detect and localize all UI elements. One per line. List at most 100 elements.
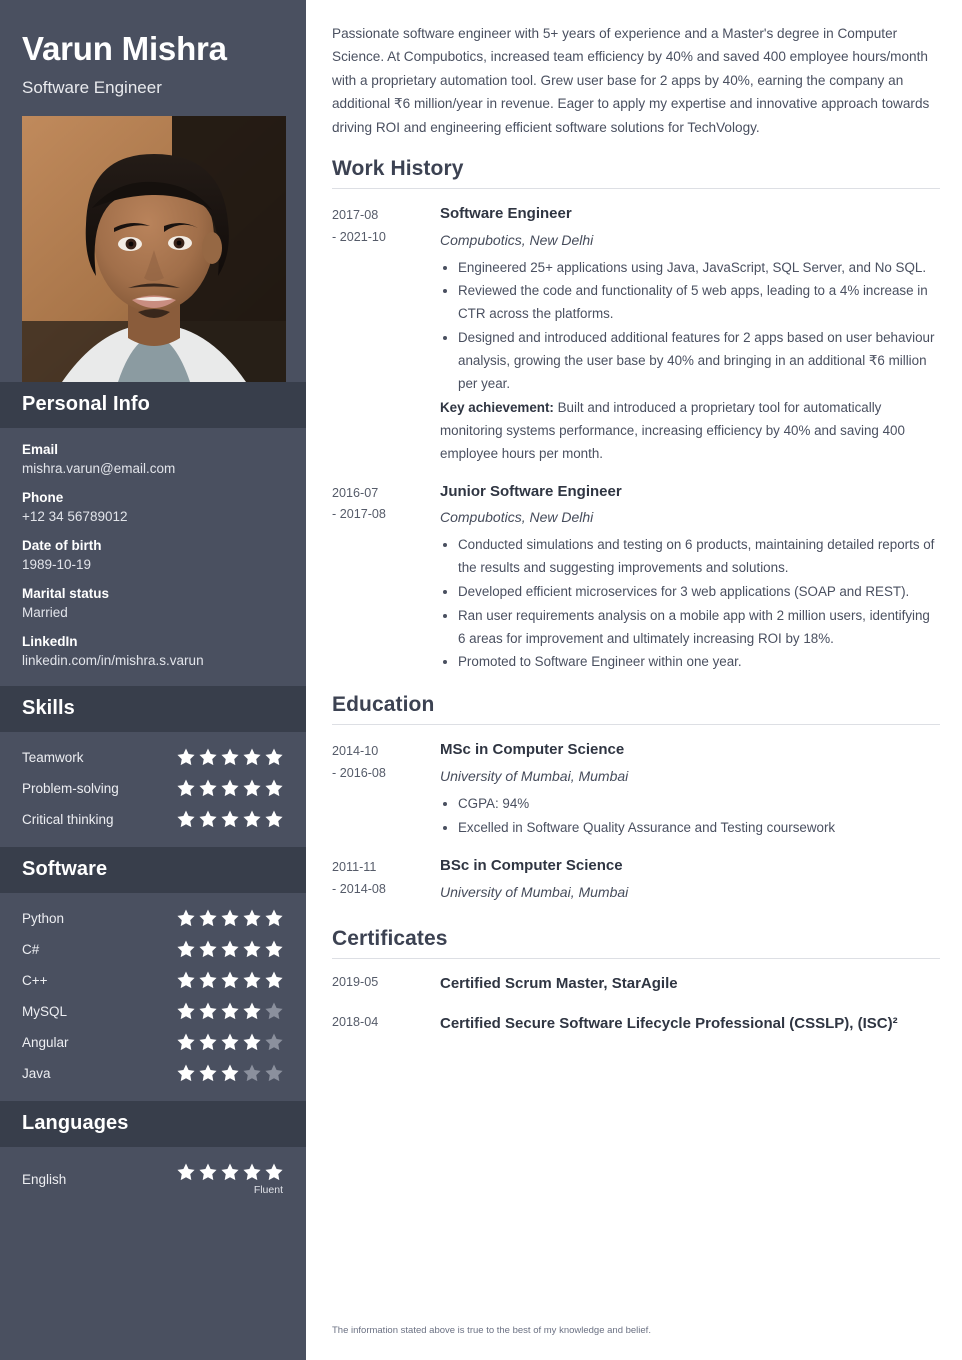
star-icon [265,1033,283,1051]
rating-row: English Fluent [22,1157,284,1202]
entry-date-end: - 2017-08 [332,507,386,522]
certificate-name: Certified Scrum Master, StarAgile [440,975,678,993]
rating-label: C++ [22,972,48,988]
rating-row: Python [22,903,284,934]
certificate-entries: 2019-05 Certified Scrum Master, StarAgile… [332,973,940,1035]
rating-value [176,809,284,829]
star-icon [221,940,239,958]
star-rating [176,1063,284,1083]
star-icon [243,779,261,797]
rating-row: C# [22,934,284,965]
info-label: Date of birth [22,538,102,554]
rating-label: MySQL [22,1003,68,1019]
star-icon [243,940,261,958]
entry-organization: University of Mumbai, Mumbai [440,884,629,901]
section-title-education: Education [332,693,940,726]
star-icon [265,909,283,927]
page-title: Varun Mishra [22,30,227,67]
certificate-date: 2018-04 [332,1015,379,1030]
star-rating [176,970,284,990]
certificate-name: Certified Secure Software Lifecycle Prof… [440,1015,898,1033]
entry-body: Software Engineer Compubotics, New Delhi E… [440,203,940,466]
entry-date-start: 2011-11 [332,860,377,875]
star-icon [265,1163,283,1181]
star-icon [221,1002,239,1020]
entry-date-range: 2017-08 - 2021-10 [332,203,440,466]
info-value[interactable]: mishra.varun@email.com [22,461,284,476]
section-title-certificates: Certificates [332,927,940,960]
certificate-date: 2019-05 [332,975,379,990]
star-icon [221,971,239,989]
rating-row: Java [22,1058,284,1089]
rating-value: Fluent [176,1162,284,1196]
entry-body: BSc in Computer Science University of Mum… [440,855,940,909]
star-icon [199,748,217,766]
fluency-label: Fluent [253,1184,283,1197]
entry-date-start: 2017-08 [332,207,379,222]
rating-value [176,908,284,928]
list-item: Email mishra.varun@email.com [22,442,284,476]
info-value[interactable]: +12 34 56789012 [22,509,284,524]
star-icon [221,909,239,927]
entry-date-end: - 2016-08 [332,765,386,780]
sidebar-header: Varun Mishra Software Engineer [0,0,306,383]
star-icon [199,1033,217,1051]
key-achievement: Key achievement: Built and introduced a … [440,400,905,461]
certificate-entry: 2018-04 Certified Secure Software Lifecyc… [332,1013,940,1035]
info-label: LinkedIn [22,634,78,650]
section-education: Education 2014-10 - 2016-08 MSc in Compute… [332,693,940,909]
star-icon [199,1064,217,1082]
job-title: Software Engineer [22,78,162,98]
star-icon [243,1163,261,1181]
star-icon [265,1064,283,1082]
info-value: 1989-10-19 [22,557,92,573]
star-icon [265,1002,283,1020]
main-content: Passionate software engineer with 5+ yea… [306,0,962,1360]
bullet-list: Conducted simulations and testing on 6 p… [440,534,940,674]
certificate-entry: 2019-05 Certified Scrum Master, StarAgile [332,973,940,995]
star-icon [243,1033,261,1051]
star-icon [199,1163,217,1181]
star-icon [243,748,261,766]
star-icon [177,779,195,797]
section-certificates: Certificates 2019-05 Certified Scrum Mast… [332,927,940,1035]
rating-label: Python [22,910,65,926]
education-entries: 2014-10 - 2016-08 MSc in Computer Science U… [332,739,940,909]
work-history-entries: 2017-08 - 2021-10 Software Engineer Compubo… [332,203,940,675]
entry-date-start: 2014-10 [332,744,379,759]
bullet-item: Excelled in Software Quality Assurance a… [440,817,940,840]
rating-row: C++ [22,965,284,996]
star-icon [221,748,239,766]
key-achievement-label: Key achievement: [440,400,554,416]
bullet-item: Conducted simulations and testing on 6 p… [440,534,940,580]
entry-role: Junior Software Engineer [440,482,622,500]
star-icon [199,971,217,989]
sidebar-section-body-skills: Teamwork Problem-solving Critical thinking [0,732,306,848]
rating-value [176,939,284,959]
star-icon [177,1064,195,1082]
star-icon [177,1163,195,1181]
list-item: Phone +12 34 56789012 [22,490,284,524]
info-value[interactable]: linkedin.com/in/mishra.s.varun [22,653,284,668]
list-item: LinkedIn linkedin.com/in/mishra.s.varun [22,634,284,668]
disclaimer-text: The information stated above is true to … [332,1325,651,1336]
rating-row: Angular [22,1027,284,1058]
rating-row: Problem-solving [22,773,284,804]
rating-value [176,1001,284,1021]
timeline-entry: 2014-10 - 2016-08 MSc in Computer Science U… [332,739,940,840]
star-icon [199,810,217,828]
entry-organization: University of Mumbai, Mumbai [440,767,629,784]
bullet-item: Promoted to Software Engineer within one… [440,651,940,674]
star-icon [199,779,217,797]
star-icon [265,940,283,958]
sidebar: Varun Mishra Software Engineer Personal … [0,0,306,1360]
entry-date-range: 2016-07 - 2017-08 [332,481,440,675]
star-rating [176,939,284,959]
resume-page: Varun Mishra Software Engineer Personal … [0,0,962,1360]
list-item: Date of birth 1989-10-19 [22,538,284,572]
star-icon [177,971,195,989]
sidebar-section-heading-personal-info: Personal Info [0,382,306,429]
star-icon [243,971,261,989]
star-rating [176,1032,284,1052]
rating-label: Problem-solving [22,780,119,796]
